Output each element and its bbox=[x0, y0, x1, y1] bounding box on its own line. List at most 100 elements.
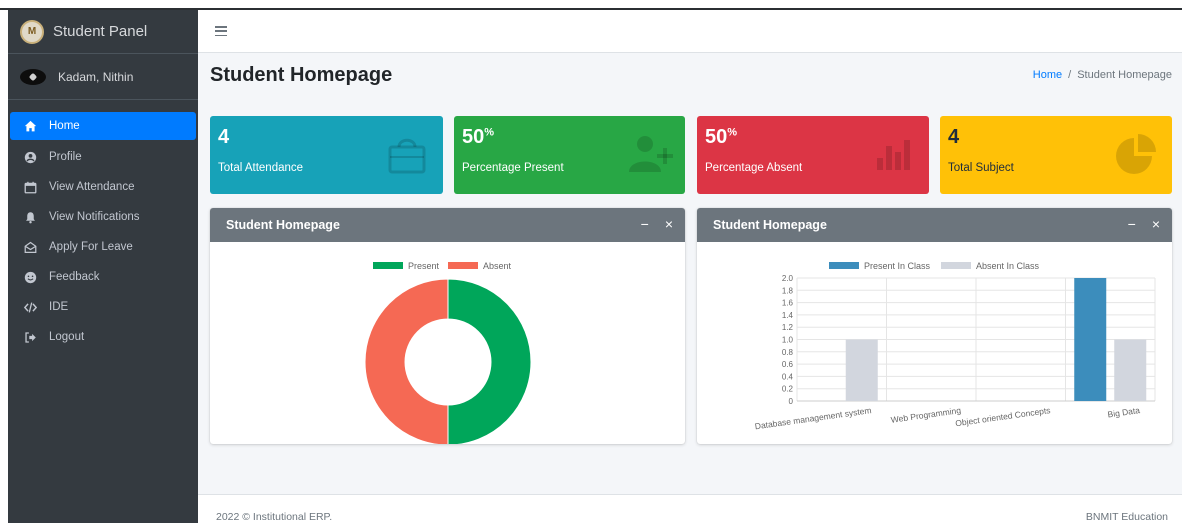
stat-value: 4 bbox=[218, 126, 230, 148]
legend-swatch bbox=[941, 262, 971, 269]
footer: 2022 © Institutional ERP. BNMIT Educatio… bbox=[198, 494, 1182, 523]
page-title: Student Homepage bbox=[210, 64, 393, 86]
card-tools: − × bbox=[1128, 217, 1160, 231]
donut-slice bbox=[364, 278, 449, 444]
code-icon bbox=[23, 300, 37, 314]
sidebar-item-label: Apply For Leave bbox=[49, 241, 133, 253]
shopping-bag-icon bbox=[388, 138, 426, 174]
breadcrumb-separator: / bbox=[1068, 69, 1072, 81]
bar-chart-body: Present In Class Absent In Class 0 0.2 0.4 0.… bbox=[697, 242, 1172, 444]
sidebar-nav: Home Profile View Attendance View Notifi… bbox=[8, 100, 198, 352]
card-title: Student Homepage bbox=[226, 218, 340, 232]
card-header: Student Homepage bbox=[210, 208, 685, 242]
stat-label: Percentage Present bbox=[462, 162, 564, 174]
footer-brand: BNMIT Education bbox=[1085, 511, 1168, 523]
y-tick-label: 2.0 bbox=[782, 274, 794, 283]
brand-text: Student Panel bbox=[53, 23, 148, 40]
brand-link[interactable]: M Student Panel bbox=[8, 10, 198, 54]
sidebar-item-ide[interactable]: IDE bbox=[10, 292, 196, 322]
feedback-icon bbox=[23, 270, 37, 284]
user-plus-icon bbox=[629, 136, 673, 172]
top-border bbox=[0, 0, 1182, 10]
legend-swatch bbox=[373, 262, 403, 269]
profile-icon bbox=[23, 150, 37, 164]
minimize-icon[interactable]: − bbox=[641, 217, 649, 231]
stat-box-total-subject: 4 Total Subject bbox=[940, 116, 1172, 194]
breadcrumb: Home / Student Homepage bbox=[1033, 69, 1172, 81]
home-icon bbox=[23, 119, 37, 133]
sidebar-item-label: View Notifications bbox=[49, 211, 140, 223]
legend-label: Present bbox=[408, 261, 440, 271]
legend-label: Absent In Class bbox=[976, 261, 1040, 271]
x-tick-label: Object oriented Concepts bbox=[955, 405, 1051, 428]
card-tools: − × bbox=[641, 217, 673, 231]
close-icon[interactable]: × bbox=[665, 217, 673, 231]
y-tick-label: 0 bbox=[789, 397, 794, 406]
y-tick-label: 0.2 bbox=[782, 385, 794, 394]
breadcrumb-home-link[interactable]: Home bbox=[1033, 69, 1062, 81]
stat-value: 4 bbox=[948, 126, 960, 148]
footer-copyright: 2022 © Institutional ERP. bbox=[216, 511, 333, 523]
card-header: Student Homepage bbox=[697, 208, 1172, 242]
stat-box-total-attendance: 4 Total Attendance bbox=[210, 116, 443, 194]
sidebar-item-label: Logout bbox=[49, 331, 85, 343]
user-panel[interactable]: Kadam, Nithin bbox=[8, 54, 198, 100]
main-content: Student Homepage Home / Student Homepage… bbox=[198, 10, 1182, 523]
bar-chart-icon bbox=[877, 140, 910, 170]
sidebar-item-profile[interactable]: Profile bbox=[10, 142, 196, 172]
bar-chart: Present In Class Absent In Class 0 0.2 0.4 0.… bbox=[754, 261, 1156, 431]
y-tick-label: 1.8 bbox=[782, 286, 794, 295]
sidebar-item-apply-for-leave[interactable]: Apply For Leave bbox=[10, 232, 196, 262]
stat-value: 50% bbox=[462, 126, 495, 148]
x-tick-label: Big Data bbox=[1107, 405, 1141, 419]
sidebar-item-label: IDE bbox=[49, 301, 69, 313]
envelope-icon bbox=[23, 240, 37, 254]
sidebar: M Student Panel Kadam, Nithin Home Profi… bbox=[8, 10, 198, 523]
user-name: Kadam, Nithin bbox=[58, 69, 134, 84]
donut-slice bbox=[447, 278, 532, 444]
sidebar-item-view-notifications[interactable]: View Notifications bbox=[10, 202, 196, 232]
stat-box-percentage-absent: 50% Percentage Absent bbox=[697, 116, 929, 194]
bell-icon bbox=[23, 210, 37, 224]
sidebar-item-logout[interactable]: Logout bbox=[10, 322, 196, 352]
top-navbar bbox=[198, 10, 1182, 53]
y-tick-label: 1.0 bbox=[782, 336, 794, 345]
breadcrumb-current: Student Homepage bbox=[1077, 69, 1172, 81]
sidebar-item-label: View Attendance bbox=[49, 181, 135, 193]
card-title: Student Homepage bbox=[713, 218, 827, 232]
attendance-donut-card: Student Homepage − × Present Absent bbox=[210, 208, 685, 444]
donut-chart: Present Absent bbox=[364, 261, 532, 444]
close-icon[interactable]: × bbox=[1152, 217, 1160, 231]
y-tick-label: 1.4 bbox=[782, 311, 794, 320]
brand-logo-text: M bbox=[27, 26, 37, 37]
legend-swatch bbox=[829, 262, 859, 269]
stat-box-percentage-present: 50% Percentage Present bbox=[454, 116, 685, 194]
stat-label: Total Attendance bbox=[218, 162, 304, 174]
calendar-icon bbox=[23, 180, 37, 194]
sidebar-item-label: Profile bbox=[49, 151, 82, 163]
sidebar-item-home[interactable]: Home bbox=[10, 112, 196, 140]
sidebar-item-feedback[interactable]: Feedback bbox=[10, 262, 196, 292]
bar bbox=[1114, 339, 1147, 401]
menu-toggle-icon[interactable] bbox=[215, 26, 227, 36]
y-tick-label: 1.6 bbox=[782, 299, 794, 308]
stat-label: Percentage Absent bbox=[705, 162, 803, 174]
stat-value: 50% bbox=[705, 126, 738, 148]
sidebar-item-view-attendance[interactable]: View Attendance bbox=[10, 172, 196, 202]
legend-swatch bbox=[448, 262, 478, 269]
legend-label: Present In Class bbox=[864, 261, 931, 271]
sidebar-item-label: Feedback bbox=[49, 271, 100, 283]
legend-label: Absent bbox=[483, 261, 512, 271]
x-tick-label: Database management system bbox=[754, 405, 872, 431]
bar bbox=[1074, 278, 1107, 401]
brand-logo: M bbox=[20, 19, 44, 44]
donut-chart-body: Present Absent bbox=[210, 242, 685, 444]
pie-chart-icon bbox=[1116, 134, 1156, 174]
x-tick-label: Web Programming bbox=[890, 405, 962, 425]
y-tick-label: 0.4 bbox=[782, 372, 794, 381]
sidebar-item-label: Home bbox=[49, 120, 80, 132]
stat-label: Total Subject bbox=[948, 162, 1014, 174]
minimize-icon[interactable]: − bbox=[1128, 217, 1136, 231]
y-tick-label: 0.8 bbox=[782, 348, 794, 357]
bar bbox=[845, 339, 878, 401]
